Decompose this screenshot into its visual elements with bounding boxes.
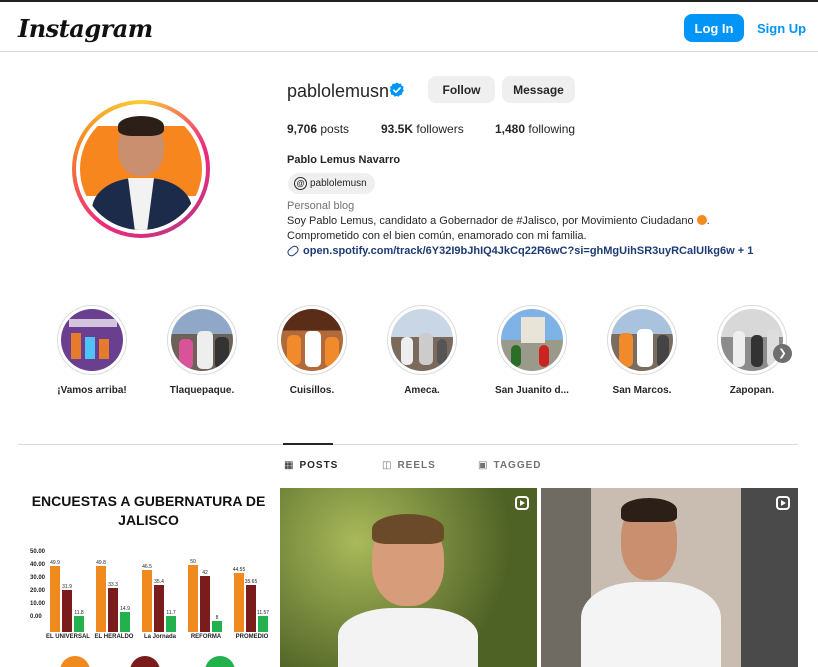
profile-full-name: Pablo Lemus Navarro xyxy=(287,154,401,166)
reel-icon xyxy=(776,496,790,510)
tab-posts[interactable]: ▦ POSTS xyxy=(284,460,338,471)
bar-value-label: 14.9 xyxy=(120,606,130,612)
tagged-icon: ▣ xyxy=(478,460,489,471)
chart-bar xyxy=(200,576,210,632)
reels-icon: ◫ xyxy=(382,460,393,471)
highlight-item[interactable]: Tlaquepaque. xyxy=(167,305,237,396)
message-button[interactable]: Message xyxy=(502,76,575,103)
verified-badge-icon xyxy=(389,82,404,97)
chart-bar xyxy=(74,616,84,632)
bar-value-label: 35.4 xyxy=(154,579,164,585)
chevron-right-icon[interactable]: ❯ xyxy=(773,344,792,363)
grid-icon: ▦ xyxy=(284,460,295,471)
top-bar: Instagram Log In Sign Up xyxy=(0,0,818,52)
chart-category-label: REFORMA xyxy=(190,634,222,640)
bar-value-label: 46.5 xyxy=(142,564,152,570)
bar-value-label: 11.7 xyxy=(166,610,176,616)
signup-link[interactable]: Sign Up xyxy=(757,21,806,36)
profile-link[interactable]: open.spotify.com/track/6Y32I9bJhIQ4JkCq2… xyxy=(285,244,753,258)
chart-bar xyxy=(166,616,176,632)
post-thumbnail[interactable] xyxy=(541,488,798,667)
instagram-logo[interactable]: Instagram xyxy=(18,14,153,43)
tab-tagged[interactable]: ▣ TAGGED xyxy=(478,460,542,471)
chart-category-label: EL HERALDO xyxy=(94,634,134,640)
profile-bio: Soy Pablo Lemus, candidato a Gobernador … xyxy=(287,215,710,242)
follow-button[interactable]: Follow xyxy=(428,76,495,103)
threads-icon: @ xyxy=(294,177,307,190)
link-icon xyxy=(285,244,301,258)
highlight-item[interactable]: Cuisillos. xyxy=(277,305,347,396)
following-count[interactable]: 1,480 following xyxy=(495,122,575,136)
highlight-item[interactable]: San Marcos. xyxy=(607,305,677,396)
profile-category: Personal blog xyxy=(287,200,355,212)
chart-category-label: La Jornada xyxy=(143,634,176,640)
bar-value-label: 44.55 xyxy=(232,567,246,573)
bar-value-label: 33.3 xyxy=(108,582,118,588)
chart-bar xyxy=(50,566,60,632)
post-thumbnail[interactable] xyxy=(280,488,537,667)
chart-bar xyxy=(246,585,256,632)
login-button[interactable]: Log In xyxy=(684,14,744,42)
highlight-item[interactable]: San Juanito d... xyxy=(495,305,569,396)
chart-bar xyxy=(96,566,106,632)
highlight-item[interactable]: Zapopan. xyxy=(717,305,787,396)
posts-count: 9,706 posts xyxy=(287,122,350,136)
profile-username: pablolemusn xyxy=(287,81,390,101)
tab-reels[interactable]: ◫ REELS xyxy=(382,460,436,471)
tabs-divider xyxy=(18,444,798,445)
bar-value-label: 49.9 xyxy=(50,560,60,566)
threads-link[interactable]: @ pablolemusn xyxy=(288,173,375,194)
chart-category-label: PROMEDIO xyxy=(235,634,269,640)
chart-category-label: EL UNIVERSAL xyxy=(46,634,90,640)
chart-bar xyxy=(154,585,164,632)
chart-bar xyxy=(212,621,222,632)
bar-value-label: 50 xyxy=(190,559,196,565)
bar-value-label: 35.65 xyxy=(244,579,258,585)
bar-value-label: 11.57 xyxy=(256,610,270,616)
chart-bar xyxy=(120,612,130,632)
orange-emoji-icon xyxy=(696,215,707,225)
active-tab-indicator xyxy=(283,443,333,445)
followers-count[interactable]: 93.5K followers xyxy=(381,122,464,136)
post-thumbnail[interactable]: ENCUESTAS A GUBERNATURA DE JALISCO 50.00… xyxy=(20,488,277,667)
highlight-item[interactable]: ¡Vamos arriba! xyxy=(57,305,127,396)
bar-value-label: 49.8 xyxy=(96,560,106,566)
highlight-item[interactable]: Ameca. xyxy=(387,305,457,396)
profile-avatar[interactable] xyxy=(72,100,210,238)
chart-bar xyxy=(258,616,268,632)
bar-value-label: 42 xyxy=(202,570,208,576)
bar-value-label: 11.8 xyxy=(74,610,84,616)
bar-value-label: 8 xyxy=(215,615,219,621)
post-chart-title: ENCUESTAS A GUBERNATURA DE JALISCO xyxy=(31,493,266,528)
reel-icon xyxy=(515,496,529,510)
avatar-photo xyxy=(80,108,202,230)
bar-value-label: 31.9 xyxy=(62,584,72,590)
